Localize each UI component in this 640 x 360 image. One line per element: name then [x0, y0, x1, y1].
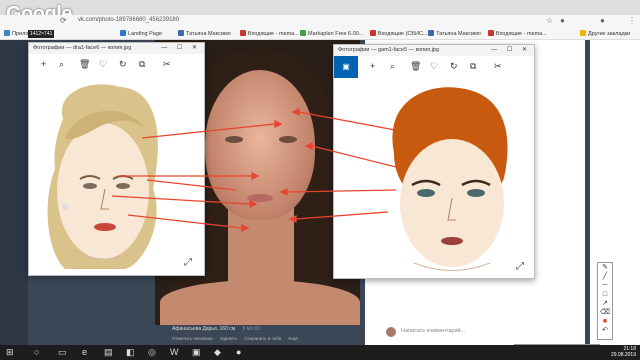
store-icon[interactable]: ◧	[126, 347, 135, 358]
arrow-icon[interactable]: ↗	[598, 299, 612, 308]
search-icon[interactable]: ○	[34, 347, 39, 357]
edge-icon[interactable]: e	[82, 347, 87, 357]
arrow-head	[274, 119, 283, 129]
rectangle-icon[interactable]: □	[598, 290, 612, 299]
arrow-line	[146, 179, 237, 191]
arrow-line	[295, 211, 389, 220]
arrow-line	[111, 195, 251, 205]
arrow-head	[279, 187, 288, 197]
system-clock[interactable]: 21:18 29.08.2019	[611, 346, 636, 358]
arrow-head	[251, 171, 260, 181]
eraser-icon[interactable]: ⌫	[598, 308, 612, 317]
arrow-head	[249, 199, 258, 209]
arrow-head	[241, 223, 250, 233]
undo-icon[interactable]: ↶	[598, 326, 612, 335]
drawing-tools-panel: ✎ ╱ ─ □ ↗ ⌫ ■ ↶	[597, 262, 613, 340]
pen-icon[interactable]: ✎	[598, 263, 612, 272]
app-icon[interactable]: ●	[236, 347, 241, 357]
annotation-arrows	[111, 107, 401, 233]
arrow-head	[304, 141, 313, 151]
task-view-icon[interactable]: ▭	[58, 347, 67, 358]
start-icon[interactable]: ⊞	[6, 347, 14, 358]
arrow-line	[311, 145, 401, 169]
arrow-head	[291, 107, 300, 117]
arrow-line	[286, 189, 397, 193]
clock-date: 29.08.2019	[610, 352, 636, 358]
chrome-icon[interactable]: ◎	[148, 347, 156, 358]
word-icon[interactable]: W	[170, 347, 179, 357]
marker-icon[interactable]: ╱	[598, 272, 612, 281]
taskbar: ⊞ ○ ▭ e ▤ ◧ ◎ W ▣ ◆ ● 21:18 29.08.2019	[0, 345, 640, 360]
arrow-head	[288, 214, 297, 224]
arrow-line	[141, 123, 276, 139]
arrow-line	[298, 111, 396, 131]
color-swatch-icon[interactable]: ■	[598, 317, 612, 326]
app-icon[interactable]: ◆	[214, 347, 221, 358]
arrow-line	[127, 214, 243, 229]
photos-icon[interactable]: ▣	[192, 347, 201, 358]
line-icon[interactable]: ─	[598, 281, 612, 290]
folder-icon[interactable]: ▤	[104, 347, 113, 358]
